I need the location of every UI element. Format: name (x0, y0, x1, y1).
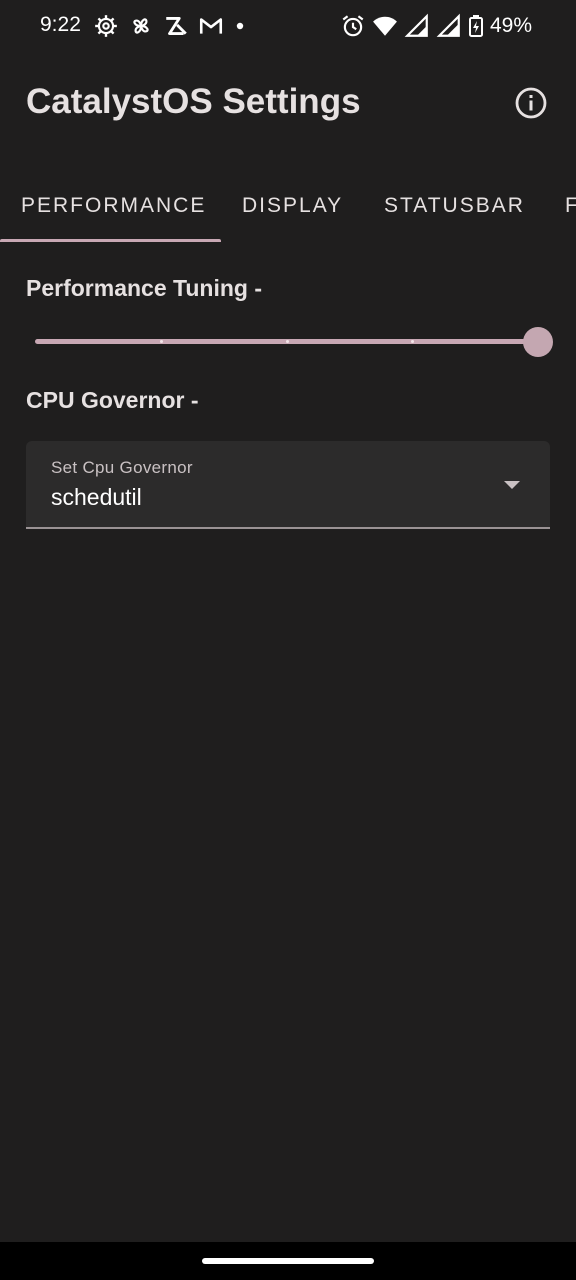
slider-tick (285, 340, 289, 343)
notification-icons (93, 13, 247, 39)
status-bar: 9:22 49% (0, 0, 576, 52)
dot-icon (236, 22, 244, 30)
settings-screen: 9:22 49% CatalystOS Settings PERFORMANCE… (0, 0, 576, 1280)
settings-gear-icon (95, 15, 117, 37)
signal-icon (404, 13, 428, 37)
status-time: 9:22 (40, 13, 81, 36)
cpu-governor-label: CPU Governor - (26, 387, 199, 413)
dropdown-value: schedutil (51, 484, 142, 510)
navigation-bar (0, 1242, 576, 1280)
info-icon[interactable] (514, 86, 548, 120)
system-icons: 49% (340, 13, 532, 39)
tab-display[interactable]: DISPLAY (242, 194, 343, 218)
tab-statusbar[interactable]: STATUSBAR (384, 194, 525, 218)
performance-tuning-label: Performance Tuning - (26, 275, 262, 301)
zoho-z-icon (166, 17, 187, 35)
page-title: CatalystOS Settings (26, 82, 361, 121)
alarm-icon (342, 15, 364, 37)
home-gesture-handle[interactable] (202, 1258, 374, 1264)
tab-bar: PERFORMANCE DISPLAY STATUSBAR F (0, 180, 576, 244)
tab-performance[interactable]: PERFORMANCE (21, 194, 206, 218)
tab-indicator (0, 239, 221, 242)
tab-partial[interactable]: F (565, 194, 576, 218)
dropdown-arrow-icon (504, 481, 520, 489)
slider-thumb[interactable] (523, 327, 553, 357)
gmail-icon (199, 18, 223, 34)
pinwheel-icon (133, 18, 149, 34)
battery-charging-icon (468, 15, 483, 37)
performance-tuning-slider[interactable] (26, 320, 556, 364)
dropdown-label: Set Cpu Governor (51, 458, 193, 477)
signal-icon (436, 13, 460, 37)
cpu-governor-dropdown[interactable]: Set Cpu Governor schedutil (26, 441, 550, 529)
wifi-icon (373, 16, 397, 36)
battery-percent: 49% (489, 14, 532, 37)
app-bar: CatalystOS Settings (0, 52, 576, 156)
slider-tick (159, 340, 163, 343)
